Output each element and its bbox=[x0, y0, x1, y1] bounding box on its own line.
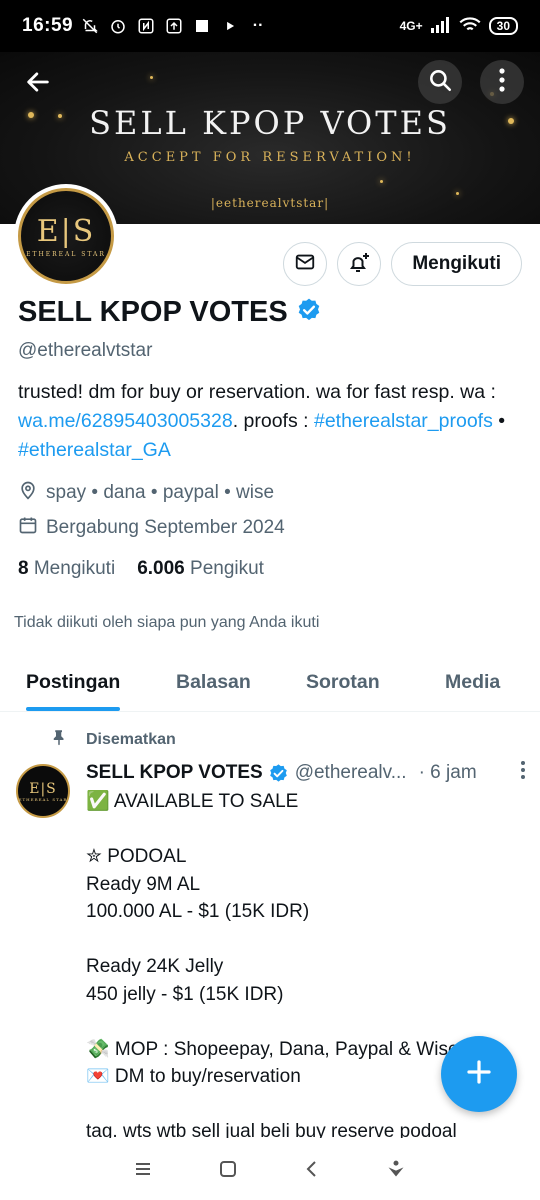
chevron-left-icon bbox=[305, 1160, 319, 1182]
mail-icon bbox=[294, 251, 316, 278]
avatar-caption: ETHEREAL STAR bbox=[26, 251, 106, 258]
location-text: spay • dana • paypal • wise bbox=[46, 482, 275, 503]
square-icon bbox=[193, 17, 211, 35]
sparkle bbox=[456, 192, 459, 195]
accessibility-icon bbox=[386, 1160, 406, 1183]
post-author-avatar[interactable]: E|S ETHEREAL STAR bbox=[16, 764, 70, 818]
status-bar: 16:59 ·· 4G+ 30 bbox=[0, 0, 540, 52]
system-back-button[interactable] bbox=[305, 1160, 319, 1183]
more-dots-icon: ·· bbox=[252, 17, 264, 34]
notification-subscribe-button[interactable] bbox=[337, 242, 382, 286]
post-time[interactable]: · 6 jam bbox=[419, 762, 477, 784]
profile-tabs: Postingan Balasan Sorotan Media bbox=[0, 654, 540, 712]
arrow-left-icon bbox=[24, 68, 52, 101]
tab-media[interactable]: Media bbox=[445, 654, 500, 711]
verified-badge-icon[interactable] bbox=[296, 297, 322, 328]
bio-hashtag-proofs[interactable]: #etherealstar_proofs bbox=[314, 410, 493, 432]
more-vertical-icon bbox=[520, 761, 526, 785]
profile-avatar[interactable]: E|S ETHEREAL STAR bbox=[14, 184, 118, 288]
profile-actions: Mengikuti bbox=[283, 242, 522, 286]
bell-off-icon bbox=[81, 17, 99, 35]
followed-by-note: Tidak diikuti oleh siapa pun yang Anda i… bbox=[14, 614, 320, 631]
compose-post-button[interactable] bbox=[441, 1036, 517, 1112]
search-icon bbox=[427, 67, 453, 98]
back-button[interactable] bbox=[16, 62, 60, 106]
joined-text: Bergabung September 2024 bbox=[46, 517, 285, 538]
assistant-button[interactable] bbox=[386, 1159, 406, 1184]
followers-label: Pengikut bbox=[190, 558, 264, 579]
plus-icon bbox=[464, 1057, 494, 1092]
followers-count-link[interactable]: 6.006 Pengikut bbox=[137, 558, 264, 580]
bio-hashtag-ga[interactable]: #etherealstar_GA bbox=[18, 439, 171, 461]
bio-text-mid: . proofs : bbox=[232, 410, 314, 432]
profile-handle: @etherealvtstar bbox=[18, 340, 153, 361]
status-right: 4G+ 30 bbox=[399, 16, 518, 36]
sparkle bbox=[380, 180, 383, 183]
location-pin-icon bbox=[18, 480, 38, 506]
battery-indicator: 30 bbox=[488, 17, 518, 35]
profile-counts: 8 Mengikuti 6.006 Pengikut bbox=[18, 558, 264, 580]
profile-name-row: SELL KPOP VOTES bbox=[18, 296, 322, 329]
following-button[interactable]: Mengikuti bbox=[391, 242, 522, 286]
nfc-icon bbox=[137, 17, 155, 35]
more-vertical-icon bbox=[498, 67, 506, 98]
home-button[interactable] bbox=[219, 1160, 237, 1183]
profile-bio: trusted! dm for buy or reservation. wa f… bbox=[18, 378, 518, 465]
post-author-handle: @etherealv... bbox=[294, 762, 407, 783]
play-icon bbox=[221, 17, 239, 35]
wifi-icon bbox=[459, 16, 481, 36]
tab-sorotan[interactable]: Sorotan bbox=[306, 654, 380, 711]
post-more-button[interactable] bbox=[520, 760, 526, 786]
message-button[interactable] bbox=[283, 242, 328, 286]
post-author-name[interactable]: SELL KPOP VOTES bbox=[86, 762, 263, 784]
following-count: 8 bbox=[18, 558, 29, 579]
following-label: Mengikuti bbox=[33, 558, 116, 579]
square-outline-icon bbox=[219, 1160, 237, 1182]
status-time: 16:59 bbox=[22, 15, 74, 36]
followers-count: 6.006 bbox=[137, 558, 185, 579]
menu-lines-icon bbox=[134, 1162, 152, 1181]
tab-balasan[interactable]: Balasan bbox=[176, 654, 251, 711]
bell-plus-icon bbox=[347, 250, 371, 279]
post-avatar-caption: ETHEREAL STAR bbox=[18, 796, 68, 802]
post-avatar-monogram: E|S bbox=[29, 780, 57, 797]
recents-button[interactable] bbox=[134, 1161, 152, 1182]
status-notification-icons: ·· bbox=[81, 17, 267, 35]
upload-icon bbox=[165, 17, 183, 35]
tab-postingan[interactable]: Postingan bbox=[26, 654, 121, 711]
signal-icon bbox=[430, 16, 451, 36]
following-count-link[interactable]: 8 Mengikuti bbox=[18, 558, 115, 580]
search-button[interactable] bbox=[418, 60, 462, 104]
network-label: 4G+ bbox=[399, 19, 423, 33]
avatar-logo: E|S ETHEREAL STAR bbox=[18, 188, 114, 284]
post-verified-badge-icon bbox=[268, 763, 289, 784]
pin-icon bbox=[50, 727, 68, 752]
sparkle bbox=[150, 76, 153, 79]
post-header: SELL KPOP VOTES @etherealv... · 6 jam bbox=[86, 760, 526, 786]
alarm-icon bbox=[109, 17, 127, 35]
profile-location: spay • dana • paypal • wise bbox=[18, 480, 274, 506]
banner-subtitle: ACCEPT FOR RESERVATION! bbox=[124, 150, 416, 165]
more-options-button[interactable] bbox=[480, 60, 524, 104]
profile-name: SELL KPOP VOTES bbox=[18, 296, 288, 328]
bio-text: trusted! dm for buy or reservation. wa f… bbox=[18, 381, 496, 403]
system-nav-bar bbox=[0, 1142, 540, 1200]
bio-separator: • bbox=[492, 410, 506, 432]
pinned-label: Disematkan bbox=[86, 730, 176, 748]
calendar-icon bbox=[18, 515, 38, 541]
profile-joined: Bergabung September 2024 bbox=[18, 515, 285, 541]
pinned-indicator: Disematkan bbox=[50, 727, 176, 752]
banner-title: SELL KPOP VOTES bbox=[89, 104, 451, 142]
avatar-monogram: E|S bbox=[36, 214, 96, 249]
bio-link[interactable]: wa.me/62895403005328 bbox=[18, 410, 233, 432]
